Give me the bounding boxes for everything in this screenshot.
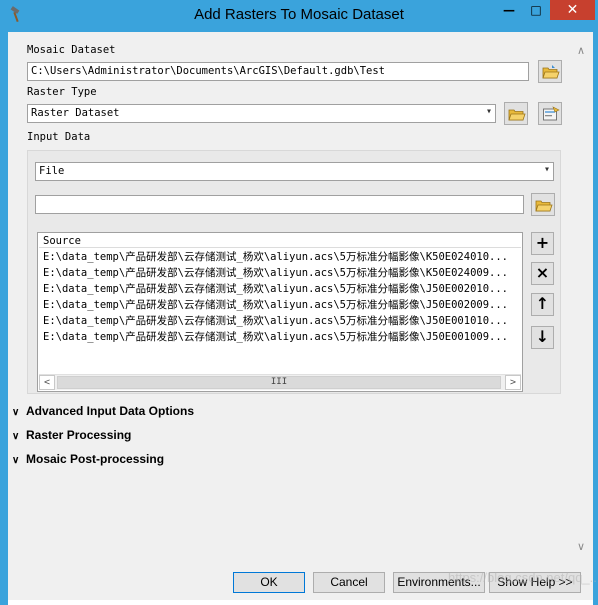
raster-type-value: Raster Dataset: [31, 107, 120, 119]
chevron-up-icon[interactable]: ∧: [574, 44, 588, 58]
properties-icon: [543, 106, 560, 121]
minimize-button[interactable]: —: [496, 0, 522, 20]
mosaic-dataset-input[interactable]: C:\Users\Administrator\Documents\ArcGIS\…: [27, 62, 529, 81]
browse-raster-type-button[interactable]: [504, 102, 528, 125]
scroll-thumb[interactable]: III: [57, 376, 501, 389]
source-row[interactable]: E:\data_temp\产品研发部\云存储测试_杨欢\aliyun.acs\5…: [43, 329, 519, 345]
maximize-button[interactable]: □: [523, 0, 549, 20]
cancel-button[interactable]: Cancel: [313, 572, 385, 593]
window-frame-right: [593, 32, 598, 605]
source-column-header[interactable]: Source: [39, 234, 521, 248]
section-advanced-input[interactable]: ∨ Advanced Input Data Options: [12, 404, 194, 418]
chevron-down-double-icon: ∨: [12, 431, 20, 442]
environments-button[interactable]: Environments...: [393, 572, 485, 593]
raster-type-properties-button[interactable]: [538, 102, 562, 125]
input-data-type-value: File: [39, 165, 65, 177]
source-row[interactable]: E:\data_temp\产品研发部\云存储测试_杨欢\aliyun.acs\5…: [43, 249, 519, 265]
horizontal-scrollbar[interactable]: < III >: [39, 374, 521, 390]
add-source-button[interactable]: +: [531, 232, 554, 255]
scroll-right-button[interactable]: >: [505, 375, 521, 390]
scroll-left-button[interactable]: <: [39, 375, 55, 390]
section-raster-processing[interactable]: ∨ Raster Processing: [12, 428, 131, 442]
input-data-type-select[interactable]: File ▾: [35, 162, 554, 181]
chevron-down-double-icon: ∨: [12, 407, 20, 418]
section-label: Mosaic Post-processing: [26, 452, 165, 466]
source-list[interactable]: Source E:\data_temp\产品研发部\云存储测试_杨欢\aliyu…: [37, 232, 523, 392]
window-frame-left: [0, 32, 8, 605]
browse-input-button[interactable]: [531, 193, 555, 216]
section-label: Advanced Input Data Options: [26, 404, 195, 418]
title-bar: Add Rasters To Mosaic Dataset — □ ✕: [0, 0, 598, 32]
source-row[interactable]: E:\data_temp\产品研发部\云存储测试_杨欢\aliyun.acs\5…: [43, 313, 519, 329]
browse-mosaic-button[interactable]: [538, 60, 562, 83]
raster-type-label: Raster Type: [27, 86, 97, 98]
chevron-down-double-icon: ∨: [12, 455, 20, 466]
ok-button[interactable]: OK: [233, 572, 305, 593]
remove-source-button[interactable]: ×: [531, 262, 554, 285]
chevron-down-icon[interactable]: ∨: [574, 540, 588, 554]
source-row[interactable]: E:\data_temp\产品研发部\云存储测试_杨欢\aliyun.acs\5…: [43, 265, 519, 281]
section-label: Raster Processing: [26, 428, 132, 442]
move-up-button[interactable]: ↑: [531, 293, 554, 316]
source-row[interactable]: E:\data_temp\产品研发部\云存储测试_杨欢\aliyun.acs\5…: [43, 297, 519, 313]
vertical-scrollbar[interactable]: ∧ ∨: [574, 44, 588, 554]
show-help-button[interactable]: Show Help >>: [489, 572, 581, 593]
input-path-field[interactable]: [35, 195, 524, 214]
chevron-down-icon: ▾: [543, 164, 550, 175]
mosaic-dataset-label: Mosaic Dataset: [27, 44, 116, 56]
move-down-button[interactable]: ↓: [531, 326, 554, 349]
folder-open-icon: [535, 200, 553, 212]
section-mosaic-post[interactable]: ∨ Mosaic Post-processing: [12, 452, 164, 466]
raster-type-select[interactable]: Raster Dataset ▾: [27, 104, 496, 123]
close-button[interactable]: ✕: [550, 0, 595, 20]
folder-open-icon: [508, 109, 526, 121]
folder-open-icon: [542, 65, 560, 79]
input-data-label: Input Data: [27, 131, 91, 143]
chevron-down-icon: ▾: [485, 106, 492, 117]
source-row[interactable]: E:\data_temp\产品研发部\云存储测试_杨欢\aliyun.acs\5…: [43, 281, 519, 297]
